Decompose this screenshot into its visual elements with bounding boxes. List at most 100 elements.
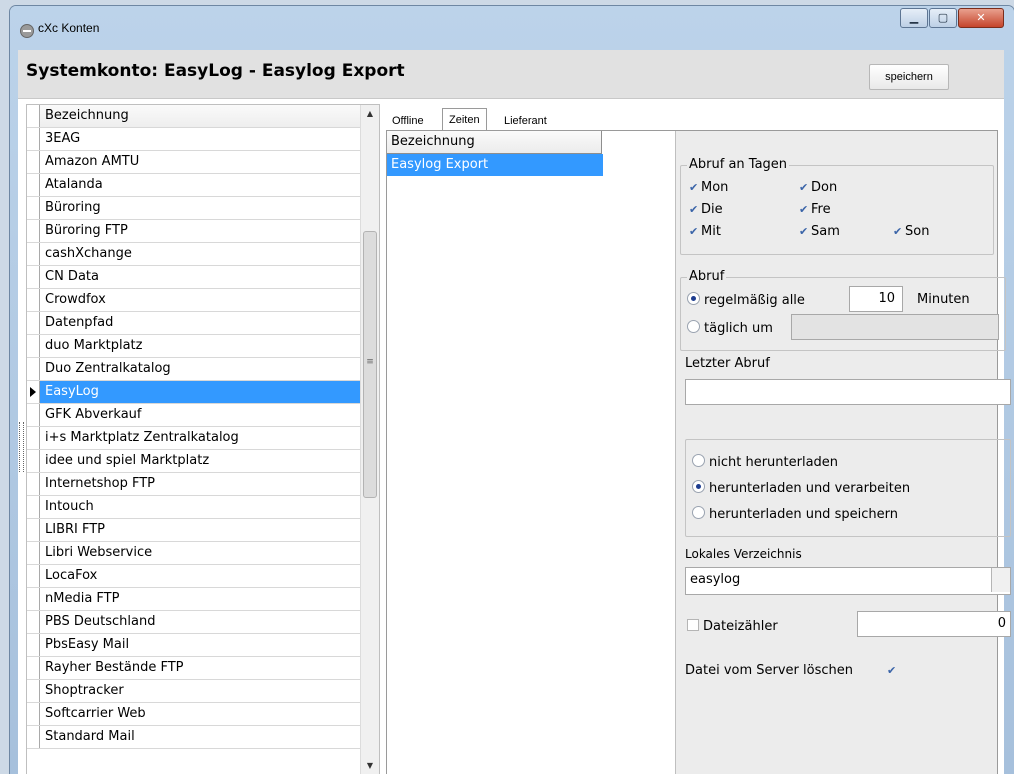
row-indicator bbox=[27, 588, 40, 610]
row-indicator bbox=[27, 611, 40, 633]
row-indicator bbox=[27, 197, 40, 219]
schedule-list-item[interactable]: Easylog Export bbox=[387, 154, 603, 176]
page-title: Systemkonto: EasyLog - Easylog Export bbox=[26, 61, 405, 81]
account-row[interactable]: 3EAG bbox=[27, 128, 360, 151]
account-row[interactable]: Büroring bbox=[27, 197, 360, 220]
account-list-scrollbar[interactable]: ▲ ≡ ▼ bbox=[360, 105, 379, 774]
account-row[interactable]: Amazon AMTU bbox=[27, 151, 360, 174]
account-row-label: EasyLog bbox=[45, 384, 99, 399]
schedule-list-header[interactable]: Bezeichnung bbox=[387, 131, 602, 154]
file-counter-label: Dateizähler bbox=[703, 619, 778, 634]
account-list-header[interactable]: Bezeichnung bbox=[27, 105, 360, 128]
account-row[interactable]: PbsEasy Mail bbox=[27, 634, 360, 657]
scroll-up-icon[interactable]: ▲ bbox=[361, 105, 379, 123]
abruf-group-title: Abruf bbox=[687, 269, 727, 284]
tab-lieferant[interactable]: Lieferant bbox=[498, 112, 553, 130]
column-header-label: Bezeichnung bbox=[45, 108, 129, 123]
caption-buttons: ▁ ▢ ✕ bbox=[899, 8, 1004, 28]
account-row-label: Libri Webservice bbox=[45, 545, 153, 560]
day-son-checkbox[interactable]: ✔ Son bbox=[893, 224, 929, 239]
scroll-down-icon[interactable]: ▼ bbox=[361, 757, 379, 774]
app-icon bbox=[20, 24, 34, 38]
account-row[interactable]: LIBRI FTP bbox=[27, 519, 360, 542]
row-indicator bbox=[27, 703, 40, 725]
account-row[interactable]: LocaFox bbox=[27, 565, 360, 588]
account-row[interactable]: Duo Zentralkatalog bbox=[27, 358, 360, 381]
download-save-radio[interactable]: herunterladen und speichern bbox=[692, 506, 898, 522]
check-icon: ✔ bbox=[799, 225, 809, 238]
splitter-handle[interactable] bbox=[19, 422, 24, 472]
tab-offline[interactable]: Offline bbox=[386, 112, 430, 130]
daily-radio[interactable]: täglich um bbox=[687, 320, 773, 336]
delete-from-server-checkbox[interactable]: ✔ bbox=[887, 663, 899, 678]
header-bar: Systemkonto: EasyLog - Easylog Export sp… bbox=[18, 50, 1004, 99]
account-row[interactable]: CN Data bbox=[27, 266, 360, 289]
row-indicator bbox=[27, 358, 40, 380]
day-mit-checkbox[interactable]: ✔ Mit bbox=[689, 224, 721, 239]
download-save-label: herunterladen und speichern bbox=[709, 507, 898, 522]
file-counter-checkbox[interactable]: Dateizähler bbox=[687, 619, 778, 634]
check-icon: ✔ bbox=[689, 181, 699, 194]
day-don-checkbox[interactable]: ✔ Don bbox=[799, 180, 837, 195]
maximize-button[interactable]: ▢ bbox=[929, 8, 957, 28]
account-row[interactable]: Libri Webservice bbox=[27, 542, 360, 565]
account-row[interactable]: GFK Abverkauf bbox=[27, 404, 360, 427]
account-row[interactable]: Softcarrier Web bbox=[27, 703, 360, 726]
daily-label: täglich um bbox=[704, 321, 773, 336]
local-dir-value: easylog bbox=[690, 572, 741, 587]
regular-radio[interactable]: regelmäßig alle bbox=[687, 292, 805, 308]
local-dir-combobox[interactable]: easylog bbox=[685, 567, 1011, 595]
maximize-icon: ▢ bbox=[937, 11, 949, 24]
radio-icon bbox=[687, 320, 700, 333]
tab-zeiten[interactable]: Zeiten bbox=[442, 108, 487, 131]
day-die-checkbox[interactable]: ✔ Die bbox=[689, 202, 723, 217]
day-sam-checkbox[interactable]: ✔ Sam bbox=[799, 224, 840, 239]
save-button[interactable]: speichern bbox=[869, 64, 949, 90]
day-sam-label: Sam bbox=[811, 224, 840, 239]
account-row[interactable]: Atalanda bbox=[27, 174, 360, 197]
daily-time-input[interactable] bbox=[791, 314, 999, 340]
account-row[interactable]: i+s Marktplatz Zentralkatalog bbox=[27, 427, 360, 450]
row-indicator bbox=[27, 381, 40, 403]
regular-label: regelmäßig alle bbox=[704, 293, 805, 308]
day-fre-checkbox[interactable]: ✔ Fre bbox=[799, 202, 831, 217]
account-row[interactable]: Intouch bbox=[27, 496, 360, 519]
account-row[interactable]: Shoptracker bbox=[27, 680, 360, 703]
account-row[interactable]: cashXchange bbox=[27, 243, 360, 266]
account-row[interactable]: Internetshop FTP bbox=[27, 473, 360, 496]
check-icon: ✔ bbox=[799, 181, 809, 194]
account-row[interactable]: PBS Deutschland bbox=[27, 611, 360, 634]
day-mit-label: Mit bbox=[701, 224, 721, 239]
file-counter-input[interactable]: 0 bbox=[857, 611, 1011, 637]
account-row[interactable]: EasyLog bbox=[27, 381, 360, 404]
account-row[interactable]: Standard Mail bbox=[27, 726, 360, 749]
row-indicator bbox=[27, 450, 40, 472]
grip-icon: ≡ bbox=[366, 357, 374, 367]
interval-minutes-input[interactable]: 10 bbox=[849, 286, 903, 312]
account-row[interactable]: idee und spiel Marktplatz bbox=[27, 450, 360, 473]
dropdown-button[interactable] bbox=[991, 568, 1010, 592]
account-row[interactable]: Crowdfox bbox=[27, 289, 360, 312]
close-button[interactable]: ✕ bbox=[958, 8, 1004, 28]
row-indicator bbox=[27, 312, 40, 334]
account-row-label: cashXchange bbox=[45, 246, 132, 261]
account-row-label: PBS Deutschland bbox=[45, 614, 156, 629]
minimize-button[interactable]: ▁ bbox=[900, 8, 928, 28]
no-download-radio[interactable]: nicht herunterladen bbox=[692, 454, 838, 470]
account-row[interactable]: Datenpfad bbox=[27, 312, 360, 335]
account-row[interactable]: Rayher Bestände FTP bbox=[27, 657, 360, 680]
day-mon-checkbox[interactable]: ✔ Mon bbox=[689, 180, 728, 195]
account-row-label: idee und spiel Marktplatz bbox=[45, 453, 210, 468]
window-title: cXc Konten bbox=[38, 21, 100, 35]
account-row-label: Shoptracker bbox=[45, 683, 124, 698]
account-row[interactable]: nMedia FTP bbox=[27, 588, 360, 611]
account-row[interactable]: duo Marktplatz bbox=[27, 335, 360, 358]
row-indicator bbox=[27, 726, 40, 748]
last-fetch-field[interactable] bbox=[685, 379, 1011, 405]
current-row-arrow-icon bbox=[30, 387, 36, 397]
scroll-thumb[interactable]: ≡ bbox=[363, 231, 377, 498]
radio-selected-icon bbox=[692, 480, 705, 493]
day-son-label: Son bbox=[905, 224, 930, 239]
download-process-radio[interactable]: herunterladen und verarbeiten bbox=[692, 480, 910, 496]
account-row[interactable]: Büroring FTP bbox=[27, 220, 360, 243]
